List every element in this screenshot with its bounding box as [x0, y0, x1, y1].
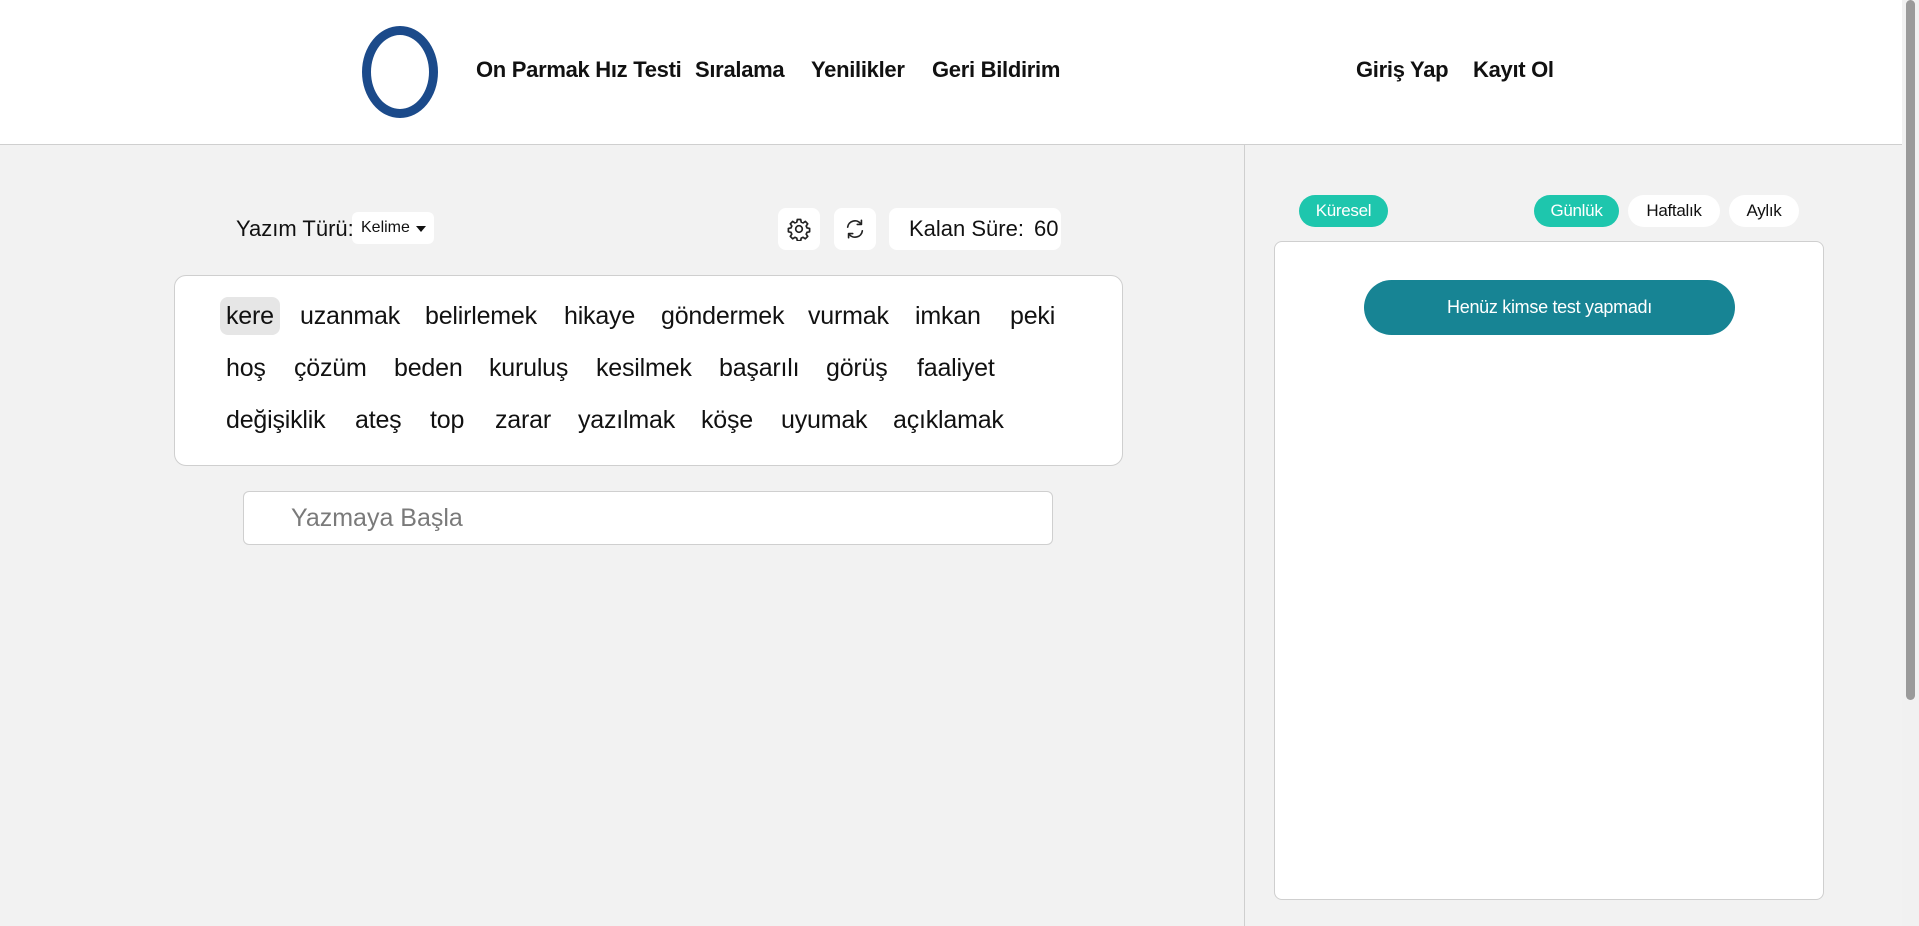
tab-global[interactable]: Küresel — [1299, 195, 1388, 227]
refresh-icon — [846, 219, 864, 239]
nav-link-feedback[interactable]: Geri Bildirim — [932, 56, 1060, 84]
word: yazılmak — [578, 406, 676, 434]
word: uzanmak — [300, 302, 401, 330]
typing-input[interactable] — [243, 491, 1053, 545]
scrollbar-thumb[interactable] — [1906, 0, 1915, 700]
word: beden — [394, 354, 463, 382]
tab-monthly[interactable]: Aylık — [1729, 195, 1799, 227]
word: kesilmek — [596, 354, 692, 382]
caret-down-icon — [416, 226, 426, 232]
gear-icon — [787, 218, 811, 241]
tab-weekly[interactable]: Haftalık — [1628, 195, 1720, 227]
word: hoş — [226, 354, 266, 382]
word: açıklamak — [893, 406, 1004, 434]
word: belirlemek — [425, 302, 537, 330]
login-link[interactable]: Giriş Yap — [1356, 56, 1449, 84]
register-link[interactable]: Kayıt Ol — [1473, 56, 1554, 84]
word: göndermek — [661, 302, 785, 330]
word: uyumak — [781, 406, 868, 434]
word: değişiklik — [226, 406, 326, 434]
settings-button[interactable] — [778, 208, 820, 250]
word: görüş — [826, 354, 888, 382]
page-scrollbar[interactable] — [1902, 0, 1919, 926]
timer-display: Kalan Süre: 60 — [889, 208, 1061, 250]
timer-label: Kalan Süre: — [909, 216, 1024, 241]
typing-type-label: Yazım Türü: — [236, 216, 354, 241]
word: vurmak — [808, 302, 889, 330]
word: kuruluş — [489, 354, 569, 382]
word: başarılı — [719, 354, 800, 382]
restart-button[interactable] — [834, 208, 876, 250]
tab-daily[interactable]: Günlük — [1534, 195, 1619, 227]
nav-link-ranking[interactable]: Sıralama — [695, 56, 785, 84]
words-panel: kere uzanmak belirlemek hikaye göndermek… — [174, 275, 1123, 466]
word: faaliyet — [917, 354, 995, 382]
nav-link-news[interactable]: Yenilikler — [811, 56, 905, 84]
typing-type-select[interactable]: Kelime — [352, 212, 434, 244]
word: köşe — [701, 406, 754, 434]
site-header: On Parmak Hız Testi Sıralama Yenilikler … — [0, 0, 1902, 145]
timer-value: 60 — [1033, 216, 1059, 241]
word: imkan — [915, 302, 981, 330]
word-current: kere — [220, 297, 280, 335]
word: çözüm — [294, 354, 367, 382]
word: ateş — [355, 406, 402, 434]
typing-type-value: Kelime — [361, 219, 410, 236]
leaderboard-panel — [1274, 241, 1824, 900]
word: top — [430, 406, 465, 434]
logo[interactable] — [362, 26, 438, 118]
nav-link-speed-test[interactable]: On Parmak Hız Testi — [476, 56, 682, 84]
word: hikaye — [564, 302, 636, 330]
empty-leaderboard-message: Henüz kimse test yapmadı — [1364, 280, 1735, 335]
word: zarar — [495, 406, 551, 434]
word: peki — [1010, 302, 1056, 330]
panel-divider — [1244, 144, 1245, 926]
